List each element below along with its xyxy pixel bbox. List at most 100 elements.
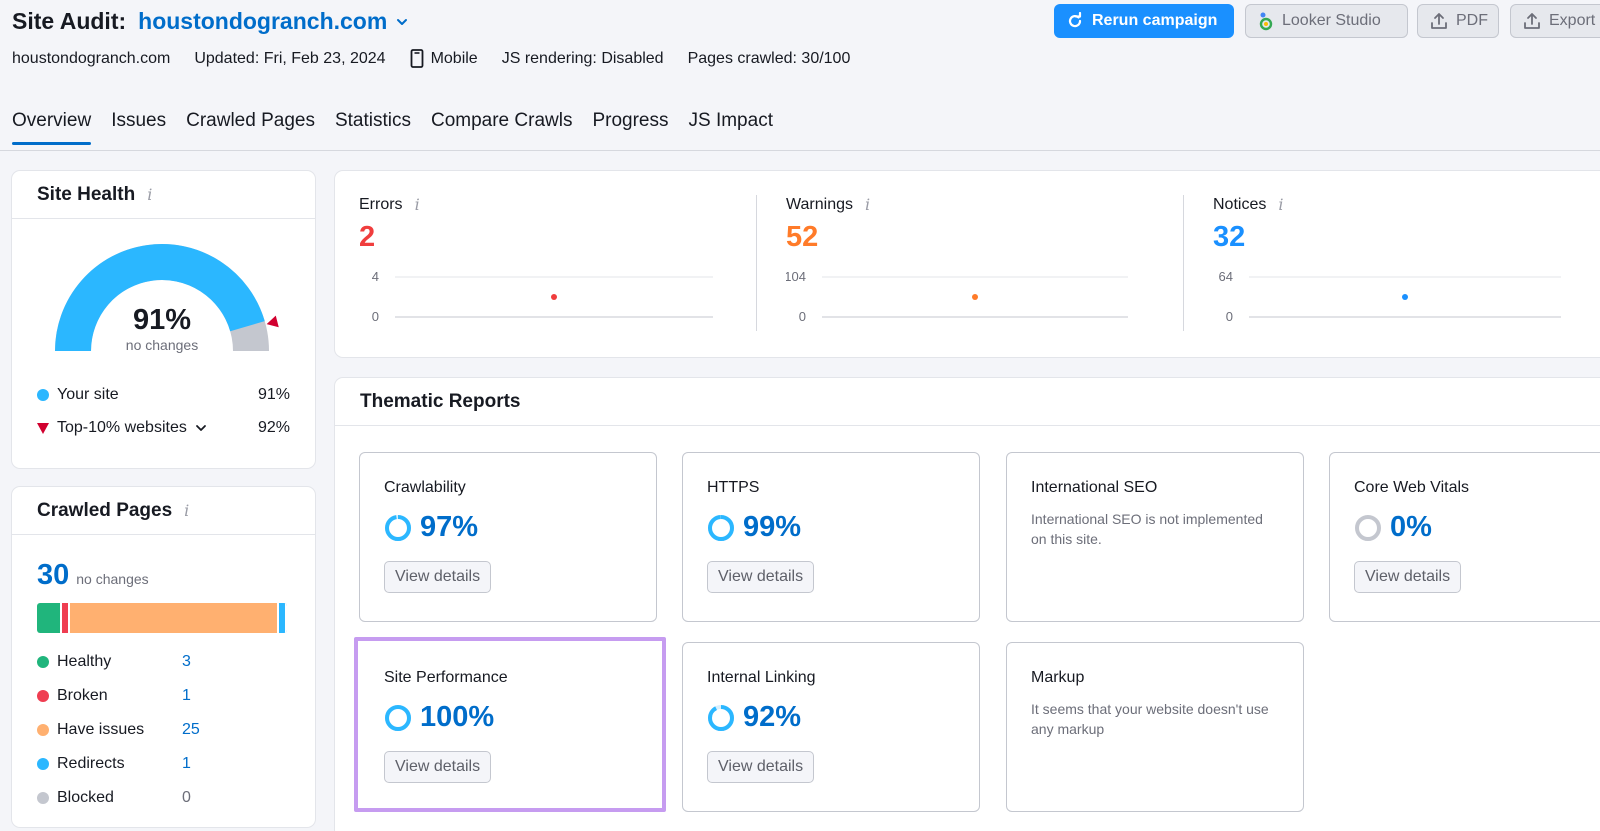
warnings-widget: Warnings i 52 104 0 — [786, 171, 1166, 357]
tab-progress[interactable]: Progress — [592, 110, 668, 144]
pdf-button[interactable]: PDF — [1417, 4, 1499, 38]
warnings-count[interactable]: 52 — [786, 221, 818, 254]
y-tick-min: 0 — [799, 309, 806, 324]
crawled-row-broken: Broken 1 — [37, 685, 197, 707]
tab-compare-crawls[interactable]: Compare Crawls — [431, 110, 572, 144]
crawled-pages-count[interactable]: 30 — [37, 559, 69, 592]
redirects-dot — [37, 758, 49, 770]
row-label: Blocked — [57, 789, 114, 806]
export-button[interactable]: Export — [1510, 4, 1600, 38]
legend-top10[interactable]: Top-10% websites 92% — [37, 417, 290, 439]
tab-overview[interactable]: Overview — [12, 110, 92, 145]
info-icon[interactable]: i — [415, 195, 420, 214]
upload-icon — [1431, 13, 1447, 29]
crawled-pages-stacked-bar — [37, 603, 287, 633]
bar-segment-have-issues[interactable] — [70, 603, 279, 633]
site-health-change: no changes — [125, 337, 199, 353]
notices-widget: Notices i 32 64 0 — [1213, 171, 1593, 357]
view-details-button[interactable]: View details — [384, 561, 492, 593]
info-icon[interactable]: i — [1278, 195, 1283, 214]
info-icon[interactable]: i — [147, 185, 152, 204]
warnings-label: Warnings — [786, 195, 853, 213]
site-health-header: Site Health i — [12, 171, 315, 219]
ring-track — [1355, 514, 1381, 541]
info-icon[interactable]: i — [184, 501, 189, 520]
issues-summary-card: Errors i 2 40 Warnings i 52 104 0 Notices… — [335, 171, 1600, 357]
crawled-pages-total: 30 no changes — [37, 559, 149, 592]
legend-your-site: Your site 91% — [37, 384, 290, 406]
report-site-performance: Site Performance 100% View details — [359, 642, 657, 812]
looker-studio-icon — [1259, 12, 1273, 31]
meta-pages-crawled: Pages crawled: 30/100 — [687, 49, 851, 67]
meta-device: Mobile — [410, 49, 478, 68]
tab-crawled-pages[interactable]: Crawled Pages — [186, 110, 315, 144]
report-percent: 99% — [743, 511, 802, 543]
view-details-button[interactable]: View details — [384, 751, 492, 783]
errors-label: Errors — [359, 195, 403, 213]
upload-icon — [1524, 13, 1540, 29]
crawled-pages-title: Crawled Pages — [37, 499, 173, 521]
divider — [1183, 195, 1184, 331]
y-tick-min: 0 — [372, 309, 379, 324]
info-icon[interactable]: i — [865, 195, 870, 214]
warnings-label-row: Warnings i — [786, 195, 870, 214]
y-tick-max: 104 — [786, 269, 806, 284]
triangle-down-icon — [37, 422, 49, 434]
warnings-sparkline: 104 0 — [786, 269, 1128, 324]
redirects-count[interactable]: 1 — [182, 755, 212, 773]
view-details-button[interactable]: View details — [1354, 561, 1462, 593]
crawled-row-healthy: Healthy 3 — [37, 651, 197, 673]
tab-js-impact[interactable]: JS Impact — [689, 110, 773, 144]
chevron-down-icon[interactable] — [395, 15, 409, 29]
page-title: Site Audit: houstondogranch.com — [12, 6, 409, 36]
crawled-row-redirects: Redirects 1 — [37, 753, 197, 775]
view-details-button[interactable]: View details — [707, 561, 815, 593]
legend-value: 92% — [257, 419, 290, 436]
bar-segment-healthy[interactable] — [37, 603, 62, 633]
domain-selector[interactable]: houstondogranch.com — [138, 8, 387, 35]
healthy-dot — [37, 656, 49, 668]
meta-js-rendering: JS rendering: Disabled — [501, 49, 664, 67]
score-ring-icon — [1355, 514, 1381, 541]
tab-issues[interactable]: Issues — [111, 110, 166, 144]
site-health-title: Site Health — [37, 183, 136, 205]
rerun-campaign-button[interactable]: Rerun campaign — [1054, 4, 1234, 38]
notices-label: Notices — [1213, 195, 1267, 213]
bar-segment-broken[interactable] — [62, 603, 71, 633]
crawled-row-blocked: Blocked 0 — [37, 787, 197, 809]
have-issues-count[interactable]: 25 — [182, 721, 212, 739]
report-score: 99% — [707, 511, 801, 544]
tabs-divider — [0, 150, 1600, 151]
divider — [756, 195, 757, 331]
score-ring-icon — [708, 514, 734, 541]
broken-count[interactable]: 1 — [182, 687, 212, 705]
looker-studio-button[interactable]: Looker Studio — [1245, 4, 1408, 38]
report-name: Site Performance — [384, 669, 508, 686]
bar-segment-redirects[interactable] — [278, 603, 287, 633]
report-internal-linking: Internal Linking 92% View details — [682, 642, 980, 812]
legend-label: Top-10% websites — [57, 419, 187, 436]
healthy-count[interactable]: 3 — [182, 653, 212, 671]
row-label: Redirects — [57, 755, 125, 772]
notices-sparkline: 64 0 — [1219, 269, 1561, 324]
ring-fill — [385, 704, 411, 731]
notices-count[interactable]: 32 — [1213, 221, 1245, 254]
blocked-dot — [37, 792, 49, 804]
meta-device-label: Mobile — [430, 49, 478, 67]
tab-statistics[interactable]: Statistics — [335, 110, 411, 144]
report-percent: 92% — [743, 701, 802, 733]
report-https: HTTPS 99% View details — [682, 452, 980, 622]
data-point — [551, 294, 557, 300]
chevron-down-icon[interactable] — [191, 421, 211, 435]
view-details-button[interactable]: View details — [707, 751, 815, 783]
report-markup: Markup It seems that your website doesn'… — [1006, 642, 1304, 812]
row-label: Have issues — [57, 721, 145, 738]
errors-widget: Errors i 2 40 — [359, 171, 729, 357]
have-issues-dot — [37, 724, 49, 736]
report-name: International SEO — [1031, 479, 1158, 496]
report-score: 100% — [384, 701, 494, 734]
report-score: 92% — [707, 701, 801, 734]
row-label: Broken — [57, 687, 108, 704]
report-percent: 97% — [420, 511, 479, 543]
errors-count[interactable]: 2 — [359, 221, 375, 254]
